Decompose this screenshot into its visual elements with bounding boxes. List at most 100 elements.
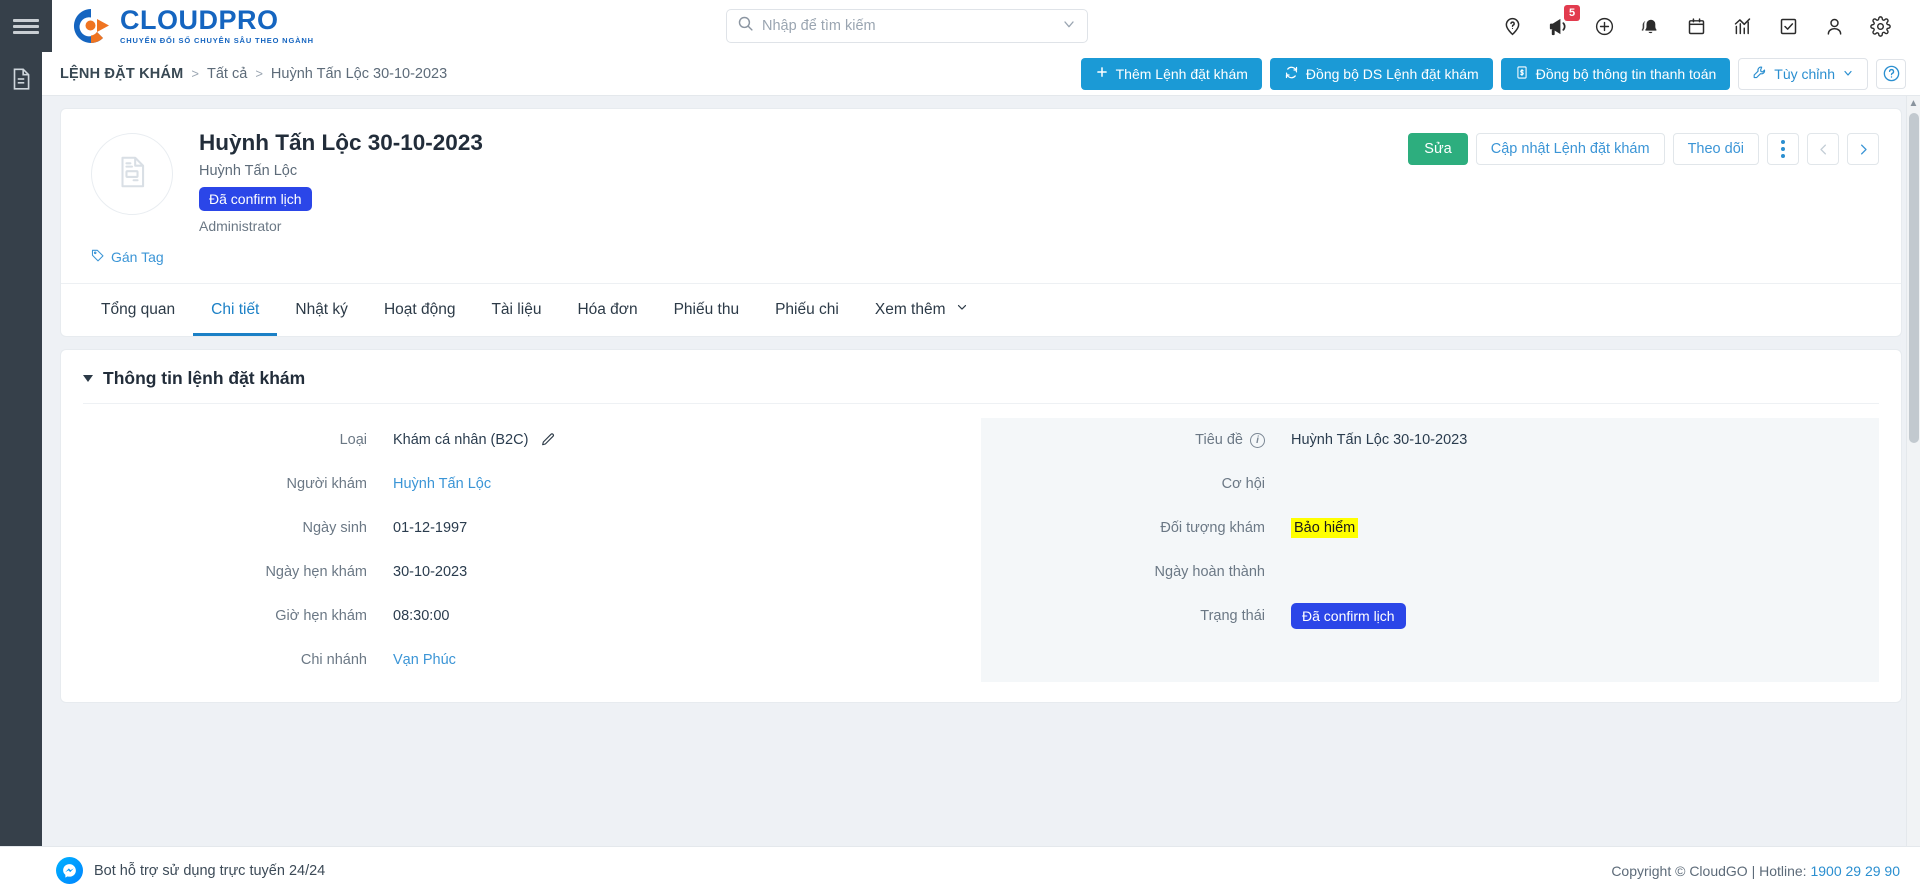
add-order-label: Thêm Lệnh đặt khám <box>1115 65 1248 82</box>
document-page-icon[interactable] <box>8 66 34 92</box>
tab-chi-tiet[interactable]: Chi tiết <box>193 285 278 336</box>
update-order-button[interactable]: Cập nhật Lệnh đặt khám <box>1475 133 1665 165</box>
plus-circle-icon[interactable] <box>1592 14 1616 38</box>
search-input[interactable] <box>753 18 1061 34</box>
breadcrumb-root[interactable]: LỆNH ĐẶT KHÁM <box>60 66 183 82</box>
record-actions: Sửa Cập nhật Lệnh đặt khám Theo dõi <box>1408 129 1879 165</box>
app-logo[interactable]: CLOUDPRO CHUYỂN ĐỔI SỐ CHUYÊN SÂU THEO N… <box>52 5 314 47</box>
plus-icon <box>1095 65 1109 82</box>
tab-xem-them[interactable]: Xem thêm <box>857 284 987 336</box>
add-order-button[interactable]: Thêm Lệnh đặt khám <box>1080 57 1262 90</box>
pencil-icon[interactable] <box>540 432 556 448</box>
sub-header: LỆNH ĐẶT KHÁM > Tất cả > Huỳnh Tấn Lộc 3… <box>42 52 1920 96</box>
field-value-highlight: Bảo hiểm <box>1291 518 1359 539</box>
sync-order-list-label: Đồng bộ DS Lệnh đặt khám <box>1305 65 1479 82</box>
assign-tag-label: Gán Tag <box>111 248 164 265</box>
field-label: Ngày sinh <box>302 520 367 537</box>
hotline-link[interactable]: 1900 29 29 90 <box>1810 863 1900 879</box>
field-value: Bảo hiểm <box>1281 518 1879 539</box>
field-label: Đối tượng khám <box>1160 520 1265 537</box>
tab-tong-quan[interactable]: Tổng quan <box>83 285 193 336</box>
sync-payment-info-button[interactable]: Đồng bộ thông tin thanh toán <box>1500 57 1731 90</box>
user-icon[interactable] <box>1822 14 1846 38</box>
document-record-icon <box>113 153 151 196</box>
record-tabs: Tổng quan Chi tiết Nhật ký Hoạt động Tài… <box>61 283 1901 336</box>
customize-label: Tùy chỉnh <box>1774 65 1835 82</box>
field-row: Ngày hoàn thành <box>981 550 1879 595</box>
scrollbar-thumb[interactable] <box>1908 113 1919 443</box>
sync-order-list-button[interactable]: Đồng bộ DS Lệnh đặt khám <box>1269 57 1493 90</box>
field-label: Chi nhánh <box>300 652 367 669</box>
sync-icon <box>1284 65 1299 83</box>
edit-button[interactable]: Sửa <box>1408 133 1468 165</box>
detail-right-column: Tiêu đề i Huỳnh Tấn Lộc 30-10-2023 Cơ hộ… <box>981 418 1879 683</box>
messenger-icon <box>56 857 83 884</box>
field-value: Khám cá nhân (B2C) <box>383 432 981 448</box>
footer: Bot hỗ trợ sử dụng trực tuyến 24/24 Copy… <box>0 846 1920 894</box>
status-badge: Đã confirm lịch <box>199 187 312 212</box>
global-search-area <box>314 9 1500 43</box>
vertical-scrollbar[interactable]: ▲ <box>1906 96 1920 846</box>
tab-hoa-don[interactable]: Hóa đơn <box>559 285 655 336</box>
assign-tag-button[interactable]: Gán Tag <box>91 248 164 265</box>
field-value-link[interactable]: Vạn Phúc <box>393 652 456 668</box>
record-info: Huỳnh Tấn Lộc 30-10-2023 Huỳnh Tấn Lộc Đ… <box>199 129 1408 234</box>
tab-hoat-dong[interactable]: Hoạt động <box>366 285 474 336</box>
field-row: Người khám Huỳnh Tấn Lộc <box>83 462 981 506</box>
breadcrumb-separator-1: > <box>191 66 200 81</box>
footer-bot-link[interactable]: Bot hỗ trợ sử dụng trực tuyến 24/24 <box>56 857 325 884</box>
footer-bot-label: Bot hỗ trợ sử dụng trực tuyến 24/24 <box>94 862 326 879</box>
calendar-icon[interactable] <box>1684 14 1708 38</box>
chevron-down-icon[interactable] <box>1061 16 1077 37</box>
tab-tai-lieu[interactable]: Tài liệu <box>473 285 559 336</box>
location-question-icon[interactable] <box>1500 14 1524 38</box>
field-row: Đối tượng khám Bảo hiểm <box>981 506 1879 551</box>
analytics-chart-icon[interactable] <box>1730 14 1754 38</box>
tag-icon <box>91 248 105 265</box>
megaphone-icon[interactable]: 5 <box>1546 5 1580 38</box>
breadcrumb-separator-2: > <box>255 66 263 81</box>
tag-row: Gán Tag <box>61 248 1901 283</box>
chevron-down-icon <box>955 300 969 319</box>
search-icon <box>737 15 754 37</box>
field-value-link[interactable]: Huỳnh Tấn Lộc <box>393 476 491 492</box>
record-owner: Administrator <box>199 218 282 235</box>
field-label: Người khám <box>286 476 367 493</box>
sync-payment-info-label: Đồng bộ thông tin thanh toán <box>1535 65 1717 82</box>
field-value: 30-10-2023 <box>393 564 468 581</box>
section-title-row: Thông tin lệnh đặt khám <box>83 368 1879 405</box>
field-value: Huỳnh Tấn Lộc 30-10-2023 <box>1291 432 1468 449</box>
chevron-left-icon[interactable] <box>1807 133 1839 165</box>
detail-grid: Loại Khám cá nhân (B2C) Người khám Huỳnh… <box>83 404 1879 683</box>
record-header-card: Huỳnh Tấn Lộc 30-10-2023 Huỳnh Tấn Lộc Đ… <box>60 108 1902 338</box>
field-label: Trạng thái <box>1200 608 1265 625</box>
breadcrumb-all[interactable]: Tất cả <box>207 66 247 82</box>
field-label: Ngày hẹn khám <box>265 564 367 581</box>
sub-header-actions: Thêm Lệnh đặt khám Đồng bộ DS Lệnh đặt k… <box>1080 57 1906 90</box>
checkbox-task-icon[interactable] <box>1776 14 1800 38</box>
wrench-icon <box>1752 65 1767 83</box>
megaphone-badge-count: 5 <box>1564 5 1580 21</box>
customize-button[interactable]: Tùy chỉnh <box>1738 57 1868 90</box>
chevron-right-icon[interactable] <box>1847 133 1879 165</box>
follow-button[interactable]: Theo dõi <box>1672 133 1759 165</box>
field-label: Loại <box>339 432 367 449</box>
field-value: Huỳnh Tấn Lộc <box>383 476 981 492</box>
field-label: Ngày hoàn thành <box>1154 564 1265 581</box>
question-circle-icon[interactable] <box>1876 58 1906 89</box>
scroll-up-arrow-icon[interactable]: ▲ <box>1909 98 1919 109</box>
vertical-dots-icon[interactable] <box>1767 133 1799 165</box>
bell-icon[interactable] <box>1638 14 1662 38</box>
status-badge: Đã confirm lịch <box>1291 603 1406 630</box>
top-bar: CLOUDPRO CHUYỂN ĐỔI SỐ CHUYÊN SÂU THEO N… <box>0 0 1920 52</box>
tab-phieu-thu[interactable]: Phiếu thu <box>656 285 758 336</box>
tab-phieu-chi[interactable]: Phiếu chi <box>757 285 857 336</box>
chevron-down-icon <box>1842 66 1854 82</box>
caret-down-icon[interactable] <box>83 375 93 383</box>
info-icon[interactable]: i <box>1250 432 1265 448</box>
tab-nhat-ky[interactable]: Nhật ký <box>277 285 366 336</box>
gear-icon[interactable] <box>1868 14 1892 38</box>
hamburger-menu-icon[interactable] <box>0 0 52 52</box>
field-row: Giờ hẹn khám 08:30:00 <box>83 594 981 638</box>
search-box[interactable] <box>725 9 1088 43</box>
